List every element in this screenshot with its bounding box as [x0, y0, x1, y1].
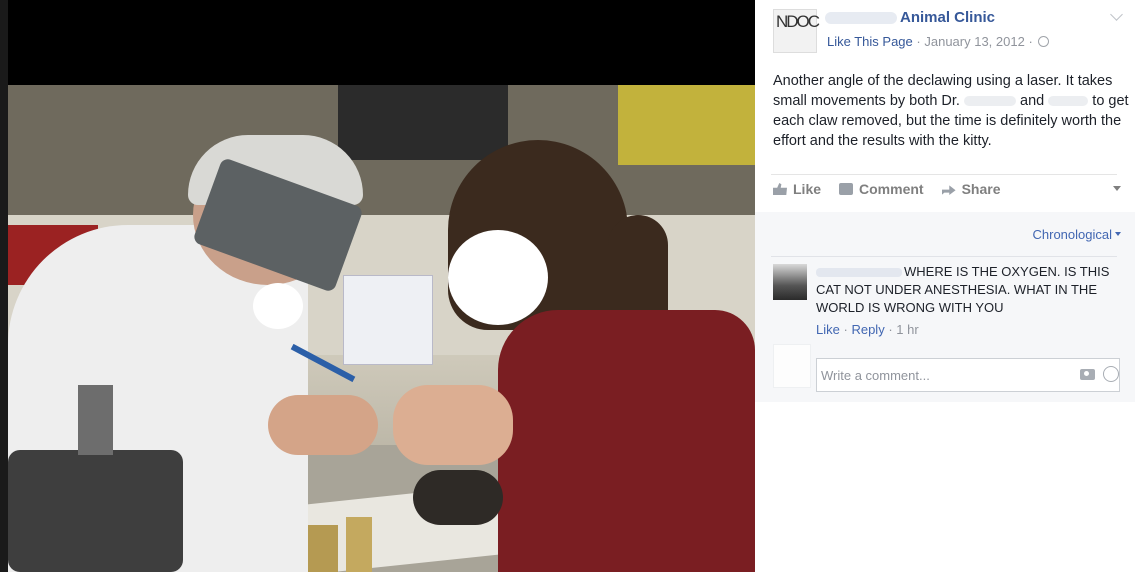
- post-card: NDOC Animal Clinic Like This Page · Janu…: [755, 0, 1135, 402]
- photo-bottle-2: [346, 517, 372, 572]
- photo-equipment: [8, 450, 183, 572]
- page-avatar[interactable]: NDOC: [773, 9, 820, 53]
- photo-cat: [413, 470, 503, 525]
- my-avatar: [773, 344, 811, 388]
- like-button[interactable]: Like: [773, 181, 821, 197]
- photo-assistant-scrubs: [498, 310, 755, 572]
- photo-bottle-1: [308, 525, 338, 572]
- like-label: Like: [793, 181, 822, 197]
- divider: [771, 174, 1117, 175]
- comment-like-link[interactable]: Like: [816, 322, 840, 337]
- page-name[interactable]: Animal Clinic: [825, 9, 995, 26]
- share-arrow-icon: [941, 185, 956, 195]
- comment-order-dropdown[interactable]: Chronological: [1032, 227, 1121, 242]
- comment-label: Comment: [859, 181, 924, 197]
- photo-poster: [618, 85, 755, 165]
- speech-bubble-icon: [839, 183, 854, 195]
- divider: [771, 256, 1117, 257]
- commenter-name-redaction[interactable]: [816, 268, 902, 278]
- comment-order-label: Chronological: [1032, 227, 1113, 242]
- photo-equipment-arm: [78, 385, 113, 455]
- post-meta: Like This Page · January 13, 2012 ·: [827, 34, 1050, 49]
- comment-actions: Like · Reply · 1 hr: [816, 322, 919, 337]
- caret-down-icon: [1115, 232, 1121, 236]
- chevron-down-icon[interactable]: [1110, 8, 1123, 21]
- post-text-and: and: [1020, 93, 1045, 109]
- meta-separator: ·: [888, 322, 893, 337]
- photo-face-blur-1: [253, 283, 303, 329]
- camera-icon[interactable]: [1080, 369, 1095, 380]
- meta-separator: ·: [1028, 34, 1033, 49]
- share-button[interactable]: Share: [941, 181, 1001, 197]
- name-redaction: [964, 96, 1016, 107]
- comment-button[interactable]: Comment: [839, 181, 924, 197]
- meta-separator: ·: [916, 34, 921, 49]
- comment-reply-link[interactable]: Reply: [851, 322, 884, 337]
- photo-viewer: [0, 0, 755, 572]
- name-redaction: [1048, 96, 1089, 107]
- meta-separator: ·: [843, 322, 848, 337]
- post-sidebar: NDOC Animal Clinic Like This Page · Janu…: [755, 0, 1135, 572]
- like-page-link[interactable]: Like This Page: [827, 34, 913, 49]
- viewer-edge: [0, 0, 8, 572]
- post-photo[interactable]: [8, 85, 755, 572]
- photo-doctor-hands: [268, 395, 378, 455]
- page-avatar-logo: NDOC: [776, 12, 820, 31]
- comment-time[interactable]: 1 hr: [896, 322, 918, 337]
- post-text: Another angle of the declawing using a l…: [773, 71, 1133, 151]
- photo-calendar: [343, 275, 433, 365]
- photo-assistant-hands: [393, 385, 513, 465]
- photo-printer: [338, 85, 508, 160]
- photo-face-blur-2: [448, 230, 548, 325]
- page-name-text[interactable]: Animal Clinic: [900, 9, 995, 26]
- post-date[interactable]: January 13, 2012: [924, 34, 1024, 49]
- thumbs-up-icon: [773, 183, 787, 195]
- write-comment-input[interactable]: Write a comment...: [816, 358, 1120, 392]
- write-comment-placeholder: Write a comment...: [821, 368, 930, 383]
- commenter-avatar[interactable]: [773, 264, 807, 300]
- page-name-redaction: [825, 12, 897, 25]
- comment-body: WHERE IS THE OXYGEN. IS THIS CAT NOT UND…: [816, 263, 1116, 317]
- smiley-icon[interactable]: [1103, 366, 1119, 382]
- comments-section: Chronological WHERE IS THE OXYGEN. IS TH…: [755, 212, 1135, 402]
- post-actions: Like Comment Share: [773, 181, 1001, 197]
- globe-icon: [1038, 36, 1050, 47]
- share-label: Share: [961, 181, 1001, 197]
- caret-down-icon[interactable]: [1113, 186, 1121, 191]
